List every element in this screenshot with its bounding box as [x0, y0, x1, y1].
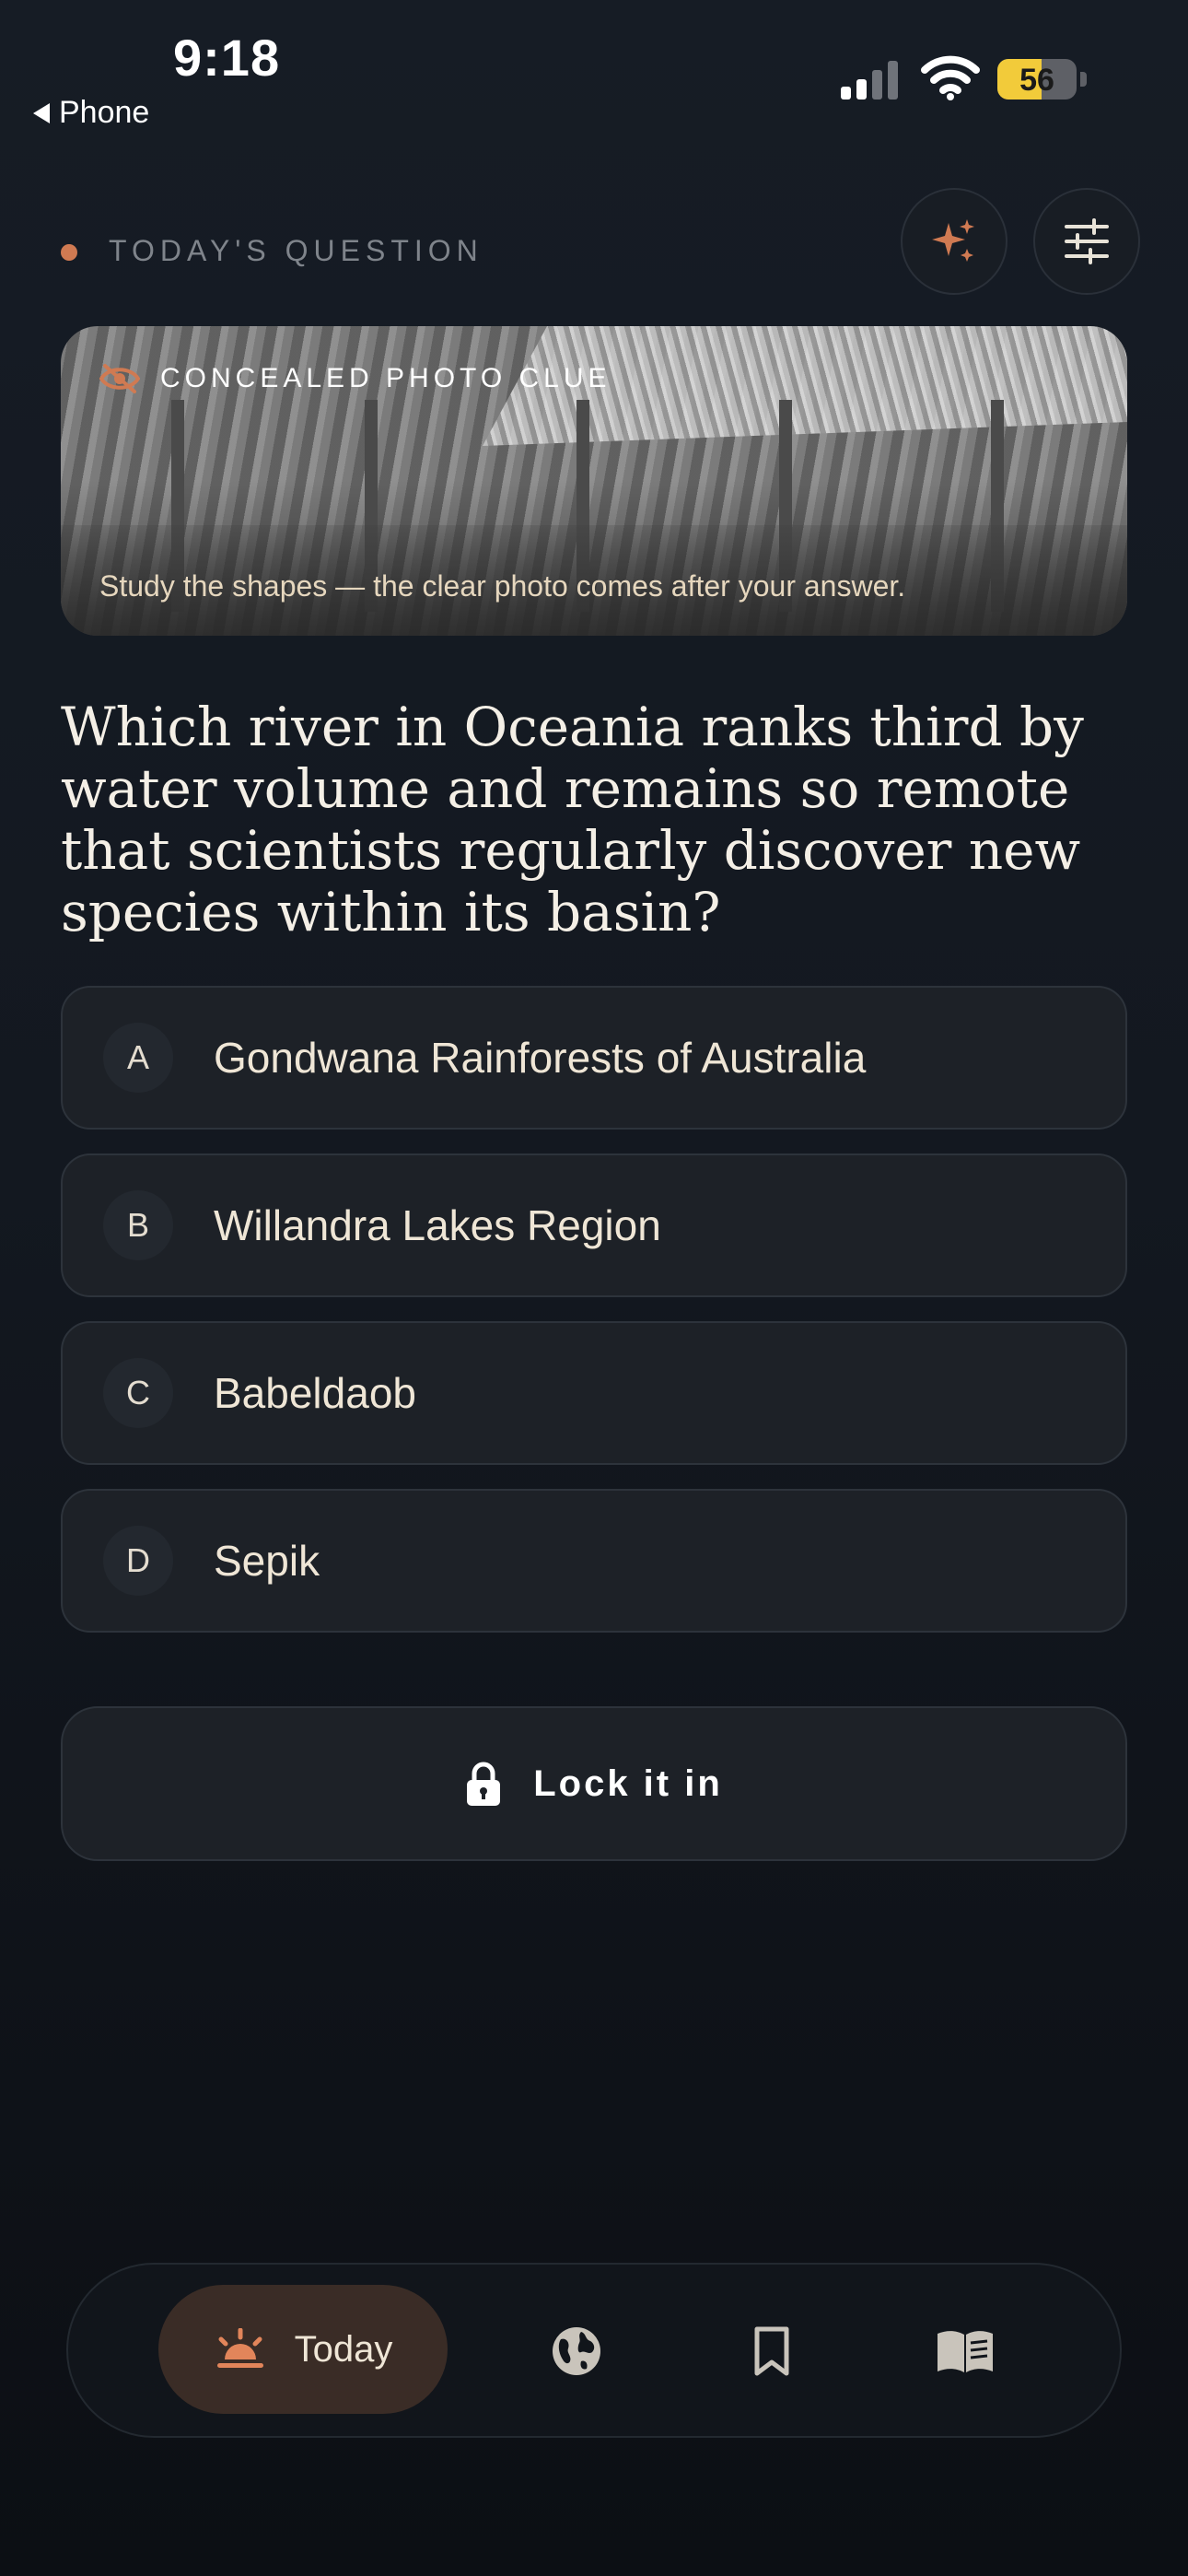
battery-level: 56: [1019, 63, 1054, 98]
journal-icon: [938, 2331, 993, 2372]
option-text: Willandra Lakes Region: [214, 1201, 661, 1249]
tab-today-label: Today: [294, 2328, 393, 2370]
option-text: Gondwana Rainforests of Australia: [214, 1034, 867, 1082]
photo-clue-subtitle: Study the shapes — the clear photo comes…: [99, 569, 906, 603]
photo-clue-header: CONCEALED PHOTO CLUE: [99, 363, 611, 394]
hint-button[interactable]: [901, 188, 1007, 295]
globe-icon: [553, 2327, 600, 2375]
option-b[interactable]: B Willandra Lakes Region: [61, 1153, 1127, 1297]
back-label: Phone: [59, 95, 150, 130]
tab-journal[interactable]: [928, 2314, 1002, 2388]
cellular-signal-icon: [841, 61, 898, 100]
bookmark-icon: [754, 2326, 789, 2376]
tab-explore[interactable]: [540, 2314, 613, 2388]
option-letter: B: [103, 1190, 173, 1260]
lock-it-in-label: Lock it in: [533, 1762, 723, 1804]
option-c[interactable]: C Babeldaob: [61, 1321, 1127, 1465]
section-dot: [61, 244, 77, 261]
photo-clue-title: CONCEALED PHOTO CLUE: [160, 363, 611, 393]
settings-button[interactable]: [1033, 188, 1140, 295]
option-d[interactable]: D Sepik: [61, 1489, 1127, 1633]
back-arrow-icon: [33, 102, 50, 123]
sparkle-icon: [932, 219, 974, 262]
battery-indicator: 56: [997, 59, 1093, 100]
sliders-icon: [1065, 218, 1109, 264]
lock-it-in-button[interactable]: Lock it in: [61, 1706, 1127, 1861]
option-text: Sepik: [214, 1537, 320, 1585]
option-text: Babeldaob: [214, 1369, 416, 1417]
question-text: Which river in Oceania ranks third by wa…: [61, 696, 1084, 943]
section-label: TODAY'S QUESTION: [109, 234, 483, 267]
tab-saved[interactable]: [735, 2314, 809, 2388]
option-a[interactable]: A Gondwana Rainforests of Australia: [61, 986, 1127, 1130]
option-letter: C: [103, 1358, 173, 1428]
back-to-phone-link[interactable]: Phone: [33, 95, 149, 131]
option-letter: A: [103, 1023, 173, 1093]
tab-today[interactable]: Today: [158, 2285, 448, 2414]
option-letter: D: [103, 1526, 173, 1596]
wifi-icon: [921, 55, 980, 100]
lock-icon: [467, 1762, 501, 1806]
status-time: 9:18: [173, 29, 281, 87]
sunrise-icon: [216, 2328, 263, 2368]
eye-off-icon: [99, 364, 140, 393]
